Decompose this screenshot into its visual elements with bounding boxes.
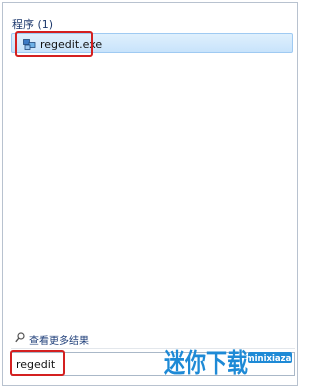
watermark-logo: 迷你下载 minixiazai bbox=[164, 349, 294, 379]
watermark-logo-text: 迷你下载 bbox=[164, 349, 248, 379]
magnifier-icon bbox=[15, 332, 25, 343]
start-menu-search-panel: 程序 (1) regedit.exe 查看更多结果 bbox=[2, 2, 298, 386]
watermark-site-text: minixiazai bbox=[246, 354, 294, 364]
search-highlight-box bbox=[10, 350, 65, 376]
result-highlight-box bbox=[15, 31, 93, 57]
see-more-results-label: 查看更多结果 bbox=[29, 336, 89, 347]
programs-section-title: 程序 (1) bbox=[12, 18, 54, 31]
